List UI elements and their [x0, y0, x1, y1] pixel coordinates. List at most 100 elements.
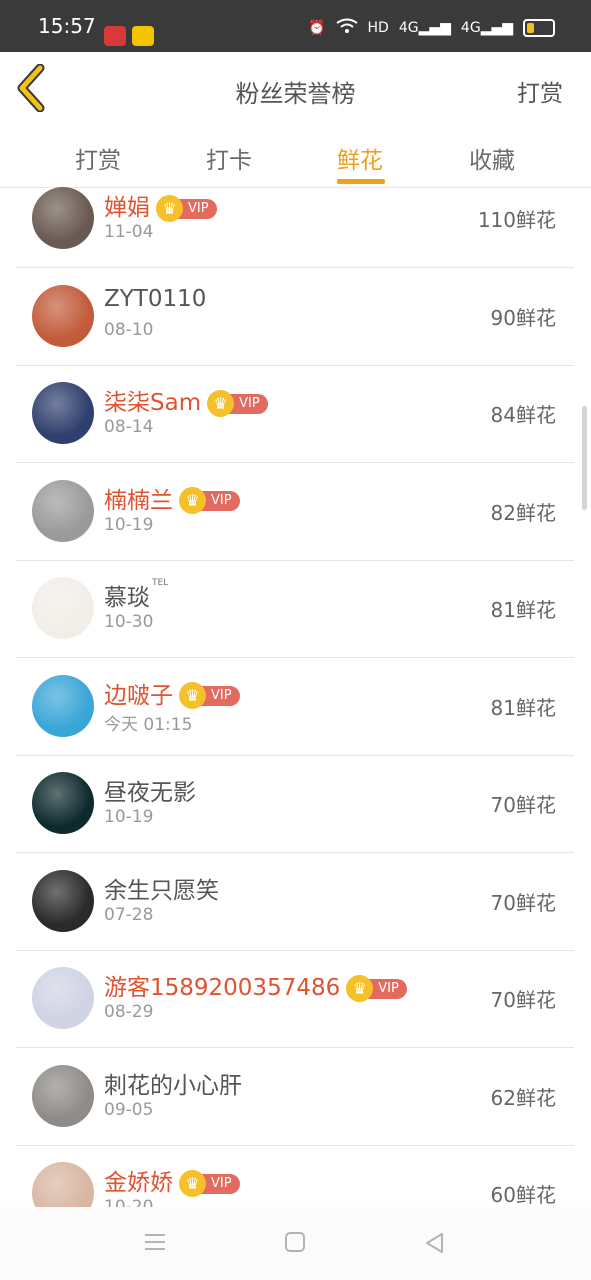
flower-count: 70鲜花 — [490, 793, 556, 817]
crown-icon: ♛ — [179, 487, 206, 514]
list-item[interactable]: 昼夜无影 10-19 70鲜花 — [16, 755, 574, 853]
user-name: 金娇娇 ♛ VIP — [104, 1163, 240, 1197]
user-name: 昼夜无影 — [104, 773, 196, 807]
tab-reward[interactable]: 打赏 — [75, 141, 121, 175]
vip-badge: ♛ VIP — [346, 974, 407, 1002]
crown-icon: ♛ — [179, 682, 206, 709]
avatar[interactable] — [32, 674, 94, 737]
scrollbar-thumb[interactable] — [582, 406, 587, 510]
list-item[interactable]: 边啵子 ♛ VIP 今天 01:15 81鲜花 — [16, 658, 574, 756]
status-bar: 15:57 ⏰ HD 4G▂▄▆ 4G▂▄▆ — [0, 0, 591, 52]
list-item[interactable]: 柒柒Sam ♛ VIP 08-14 84鲜花 — [16, 365, 574, 463]
user-name-text: ZYT0110 — [104, 285, 207, 312]
flower-count: 60鲜花 — [490, 1183, 556, 1207]
date-label: 10-19 — [104, 514, 154, 535]
signal-icon: 4G▂▄▆ — [398, 20, 451, 36]
list-item[interactable]: 慕琰TEL 10-30 81鲜花 — [16, 560, 574, 658]
name-superscript: TEL — [152, 578, 169, 588]
tab-checkin[interactable]: 打卡 — [206, 141, 252, 175]
avatar[interactable] — [32, 869, 94, 932]
flower-count: 81鲜花 — [490, 598, 556, 622]
vip-badge: ♛ VIP — [156, 194, 217, 222]
user-name: 婵娟 ♛ VIP — [104, 188, 217, 222]
list-item[interactable]: 余生只愿笑 07-28 70鲜花 — [16, 853, 574, 951]
avatar[interactable] — [32, 187, 94, 249]
date-label: 10-20 — [104, 1197, 154, 1207]
user-name-text: 慕琰 — [104, 585, 150, 611]
vip-badge: ♛ VIP — [207, 389, 268, 417]
user-name: 余生只愿笑 — [104, 871, 219, 905]
flower-count: 62鲜花 — [490, 1085, 556, 1110]
vip-badge: ♛ VIP — [179, 487, 240, 514]
user-name: 边啵子 ♛ VIP — [104, 676, 240, 710]
page-title: 粉丝荣誉榜 — [235, 80, 356, 108]
back-triangle-icon[interactable] — [424, 1232, 444, 1258]
user-name: 刺花的小心肝 — [104, 1066, 242, 1100]
status-time: 15:57 — [38, 14, 96, 38]
date-label: 09-05 — [104, 1099, 154, 1120]
user-name: 柒柒Sam ♛ VIP — [104, 383, 268, 417]
vip-label: VIP — [211, 1175, 232, 1191]
user-name-text: 楠楠兰 — [104, 487, 173, 514]
header: 粉丝荣誉榜 打赏 — [0, 52, 591, 122]
avatar[interactable] — [32, 382, 94, 444]
wifi-icon — [335, 18, 358, 38]
vip-badge: ♛ VIP — [179, 1169, 240, 1197]
avatar[interactable] — [32, 577, 94, 639]
flower-count: 81鲜花 — [490, 695, 556, 720]
tab-bar: 打赏 打卡 鲜花 收藏 — [0, 121, 591, 188]
user-name: ZYT0110 — [104, 286, 206, 312]
user-name-text: 游客1589200357486 — [104, 975, 341, 1001]
list-item[interactable]: ZYT0110 08-10 90鲜花 — [16, 268, 574, 366]
flower-count: 70鲜花 — [490, 988, 556, 1012]
user-name-text: 柒柒Sam — [104, 390, 202, 416]
alarm-icon: ⏰ — [308, 20, 326, 36]
date-label: 今天 01:15 — [104, 714, 193, 735]
list-item[interactable]: 婵娟 ♛ VIP 11-04 110鲜花 — [16, 187, 574, 268]
date-label: 10-19 — [104, 807, 154, 827]
user-name: 楠楠兰 ♛ VIP — [104, 481, 240, 515]
avatar[interactable] — [32, 284, 94, 347]
list-item[interactable]: 金娇娇 ♛ VIP 10-20 60鲜花 — [16, 1145, 574, 1207]
user-name-text: 婵娟 — [104, 195, 150, 221]
avatar[interactable] — [32, 1162, 94, 1207]
hd-label: HD — [367, 20, 389, 36]
vip-label: VIP — [378, 980, 399, 996]
user-name-text: 刺花的小心肝 — [104, 1072, 242, 1099]
list-item[interactable]: 刺花的小心肝 09-05 62鲜花 — [16, 1048, 574, 1146]
avatar[interactable] — [32, 772, 94, 834]
menu-icon[interactable] — [144, 1232, 166, 1256]
user-name: 慕琰TEL — [104, 578, 168, 612]
avatar[interactable] — [32, 479, 94, 542]
status-icons: ⏰ HD 4G▂▄▆ 4G▂▄▆ — [308, 18, 555, 38]
fan-list[interactable]: 婵娟 ♛ VIP 11-04 110鲜花 ZYT0110 08-10 90鲜花 柒柒Sam ♛ VI… — [0, 187, 591, 1207]
battery-icon — [523, 19, 555, 37]
tab-flowers[interactable]: 鲜花 — [337, 141, 383, 175]
crown-icon: ♛ — [179, 1169, 206, 1197]
app-notification-icon — [104, 26, 126, 46]
flower-count: 90鲜花 — [490, 305, 556, 330]
vip-label: VIP — [211, 688, 232, 703]
avatar[interactable] — [32, 967, 94, 1029]
date-label: 08-14 — [104, 417, 154, 437]
user-name-text: 昼夜无影 — [104, 780, 196, 806]
vip-label: VIP — [211, 493, 232, 508]
signal-icon-2: 4G▂▄▆ — [460, 20, 513, 36]
reward-button[interactable]: 打赏 — [517, 74, 563, 108]
system-nav-bar — [0, 1207, 591, 1280]
list-item[interactable]: 游客1589200357486 ♛ VIP 08-29 70鲜花 — [16, 950, 574, 1048]
user-name-text: 余生只愿笑 — [104, 877, 219, 904]
vip-label: VIP — [188, 200, 209, 216]
user-name: 游客1589200357486 ♛ VIP — [104, 968, 407, 1002]
date-label: 08-10 — [104, 319, 154, 340]
list-item[interactable]: 楠楠兰 ♛ VIP 10-19 82鲜花 — [16, 463, 574, 561]
avatar[interactable] — [32, 1064, 94, 1127]
date-label: 07-28 — [104, 904, 154, 925]
flower-count: 110鲜花 — [477, 208, 556, 232]
home-square-icon[interactable] — [285, 1232, 305, 1256]
app-notification-icon-2 — [132, 26, 154, 46]
tab-favorites[interactable]: 收藏 — [469, 141, 515, 175]
vip-label: VIP — [239, 395, 260, 411]
active-tab-indicator — [337, 179, 385, 184]
crown-icon: ♛ — [156, 194, 183, 222]
